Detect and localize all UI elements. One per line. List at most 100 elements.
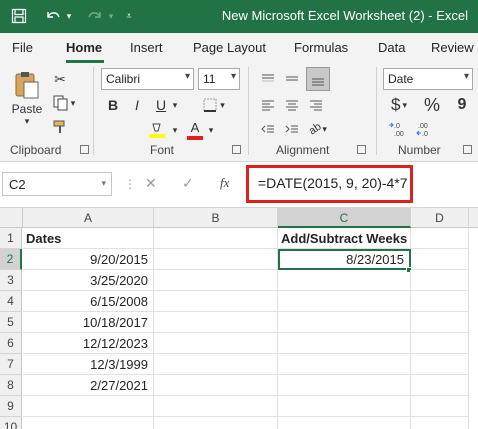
redo-icon[interactable] xyxy=(84,6,106,26)
cell-b4[interactable] xyxy=(154,291,278,312)
cell-c1[interactable]: Add/Subtract Weeks xyxy=(278,228,411,249)
cell-c9[interactable] xyxy=(278,396,411,417)
align-left-icon[interactable] xyxy=(258,95,278,115)
enter-icon[interactable]: ✓ xyxy=(182,175,194,192)
alignment-launcher-icon[interactable] xyxy=(357,145,366,154)
cell-b5[interactable] xyxy=(154,312,278,333)
cell-a2[interactable]: 9/20/2015 xyxy=(23,249,154,270)
cell-d8[interactable] xyxy=(411,375,469,396)
undo-dropdown-icon[interactable]: ▾ xyxy=(64,6,74,26)
cell-b3[interactable] xyxy=(154,270,278,291)
column-header-b[interactable]: B xyxy=(154,208,278,228)
cell-b10[interactable] xyxy=(154,417,278,429)
cell-b7[interactable] xyxy=(154,354,278,375)
align-bottom-icon[interactable] xyxy=(306,67,330,91)
bold-button[interactable]: B xyxy=(104,95,122,115)
align-top-icon[interactable] xyxy=(258,69,278,89)
cell-a1[interactable]: Dates xyxy=(23,228,154,249)
customize-toolbar-icon[interactable]: ⩡ xyxy=(122,6,136,26)
row-header[interactable]: 10 xyxy=(0,417,22,429)
tab-page-layout[interactable]: Page Layout xyxy=(193,40,266,55)
align-center-icon[interactable] xyxy=(282,95,302,115)
select-all-corner[interactable] xyxy=(0,208,23,228)
tab-review[interactable]: Review xyxy=(431,40,474,55)
decrease-indent-icon[interactable] xyxy=(258,119,278,139)
increase-indent-icon[interactable] xyxy=(282,119,302,139)
orientation-icon[interactable]: ab ▾ xyxy=(306,119,330,139)
cut-icon[interactable]: ✂ xyxy=(50,69,70,89)
cell-c6[interactable] xyxy=(278,333,411,354)
cell-a6[interactable]: 12/12/2023 xyxy=(23,333,154,354)
insert-function-icon[interactable]: fx xyxy=(220,175,229,191)
cell-a10[interactable] xyxy=(23,417,154,429)
cell-b8[interactable] xyxy=(154,375,278,396)
font-size-dropdown[interactable]: 11 ▾ xyxy=(198,68,240,90)
row-header[interactable]: 1 xyxy=(0,228,22,249)
cell-d2[interactable] xyxy=(411,249,469,270)
number-launcher-icon[interactable] xyxy=(463,145,472,154)
row-header[interactable]: 7 xyxy=(0,354,22,375)
redo-dropdown-icon[interactable]: ▾ xyxy=(106,6,116,26)
underline-button[interactable]: U xyxy=(152,95,170,115)
cell-a9[interactable] xyxy=(23,396,154,417)
cell-a4[interactable]: 6/15/2008 xyxy=(23,291,154,312)
tab-insert[interactable]: Insert xyxy=(130,40,163,55)
increase-decimal-icon[interactable]: .0.00 xyxy=(386,119,410,141)
decrease-decimal-icon[interactable]: .00.0 xyxy=(414,119,438,141)
cell-c4[interactable] xyxy=(278,291,411,312)
cell-d5[interactable] xyxy=(411,312,469,333)
percent-button[interactable]: % xyxy=(422,94,442,116)
cell-a7[interactable]: 12/3/1999 xyxy=(23,354,154,375)
cell-c8[interactable] xyxy=(278,375,411,396)
formula-options-icon[interactable]: ⋮ xyxy=(124,177,136,191)
column-header-d[interactable]: D xyxy=(411,208,469,228)
cell-c5[interactable] xyxy=(278,312,411,333)
column-header-e[interactable] xyxy=(469,208,478,228)
underline-dropdown-icon[interactable]: ▾ xyxy=(170,95,180,115)
font-color-icon[interactable]: A xyxy=(184,119,206,141)
cell-b1[interactable] xyxy=(154,228,278,249)
comma-button[interactable]: 9 xyxy=(452,94,472,116)
tab-formulas[interactable]: Formulas xyxy=(294,40,348,55)
tab-home[interactable]: Home xyxy=(66,40,102,55)
cell-a3[interactable]: 3/25/2020 xyxy=(23,270,154,291)
cell-c10[interactable] xyxy=(278,417,411,429)
undo-icon[interactable] xyxy=(42,6,64,26)
cell-a8[interactable]: 2/27/2021 xyxy=(23,375,154,396)
align-right-icon[interactable] xyxy=(306,95,326,115)
fill-color-icon[interactable] xyxy=(144,119,170,141)
font-color-dropdown-icon[interactable]: ▾ xyxy=(206,121,216,139)
cell-b2[interactable] xyxy=(154,249,278,270)
copy-icon[interactable]: ▾ xyxy=(50,93,78,113)
save-icon[interactable] xyxy=(8,6,30,26)
row-header[interactable]: 2 xyxy=(0,249,22,270)
cell-b6[interactable] xyxy=(154,333,278,354)
formula-input[interactable]: =DATE(2015, 9, 20)-4*7 xyxy=(258,175,408,191)
cell-d3[interactable] xyxy=(411,270,469,291)
cell-a5[interactable]: 10/18/2017 xyxy=(23,312,154,333)
row-header[interactable]: 5 xyxy=(0,312,22,333)
cell-d10[interactable] xyxy=(411,417,469,429)
row-header[interactable]: 8 xyxy=(0,375,22,396)
row-header[interactable]: 6 xyxy=(0,333,22,354)
tab-data[interactable]: Data xyxy=(378,40,405,55)
cell-d1[interactable] xyxy=(411,228,469,249)
cell-d4[interactable] xyxy=(411,291,469,312)
name-box[interactable]: C2 ▾ xyxy=(2,172,112,196)
row-header[interactable]: 9 xyxy=(0,396,22,417)
cell-c3[interactable] xyxy=(278,270,411,291)
borders-icon[interactable]: ▾ xyxy=(200,95,228,115)
font-name-dropdown[interactable]: Calibri ▾ xyxy=(101,68,194,90)
font-launcher-icon[interactable] xyxy=(232,145,241,154)
cell-c2[interactable]: 8/23/2015 xyxy=(278,249,411,270)
currency-button[interactable]: $ ▾ xyxy=(386,94,412,116)
column-header-c[interactable]: C xyxy=(278,208,411,228)
row-header[interactable]: 3 xyxy=(0,270,22,291)
clipboard-launcher-icon[interactable] xyxy=(80,145,89,154)
paste-button[interactable]: Paste ▾ xyxy=(8,69,46,127)
cell-c7[interactable] xyxy=(278,354,411,375)
italic-button[interactable]: I xyxy=(128,95,146,115)
fill-color-dropdown-icon[interactable]: ▾ xyxy=(170,121,180,139)
column-header-a[interactable]: A xyxy=(23,208,154,228)
format-painter-icon[interactable] xyxy=(50,117,70,137)
